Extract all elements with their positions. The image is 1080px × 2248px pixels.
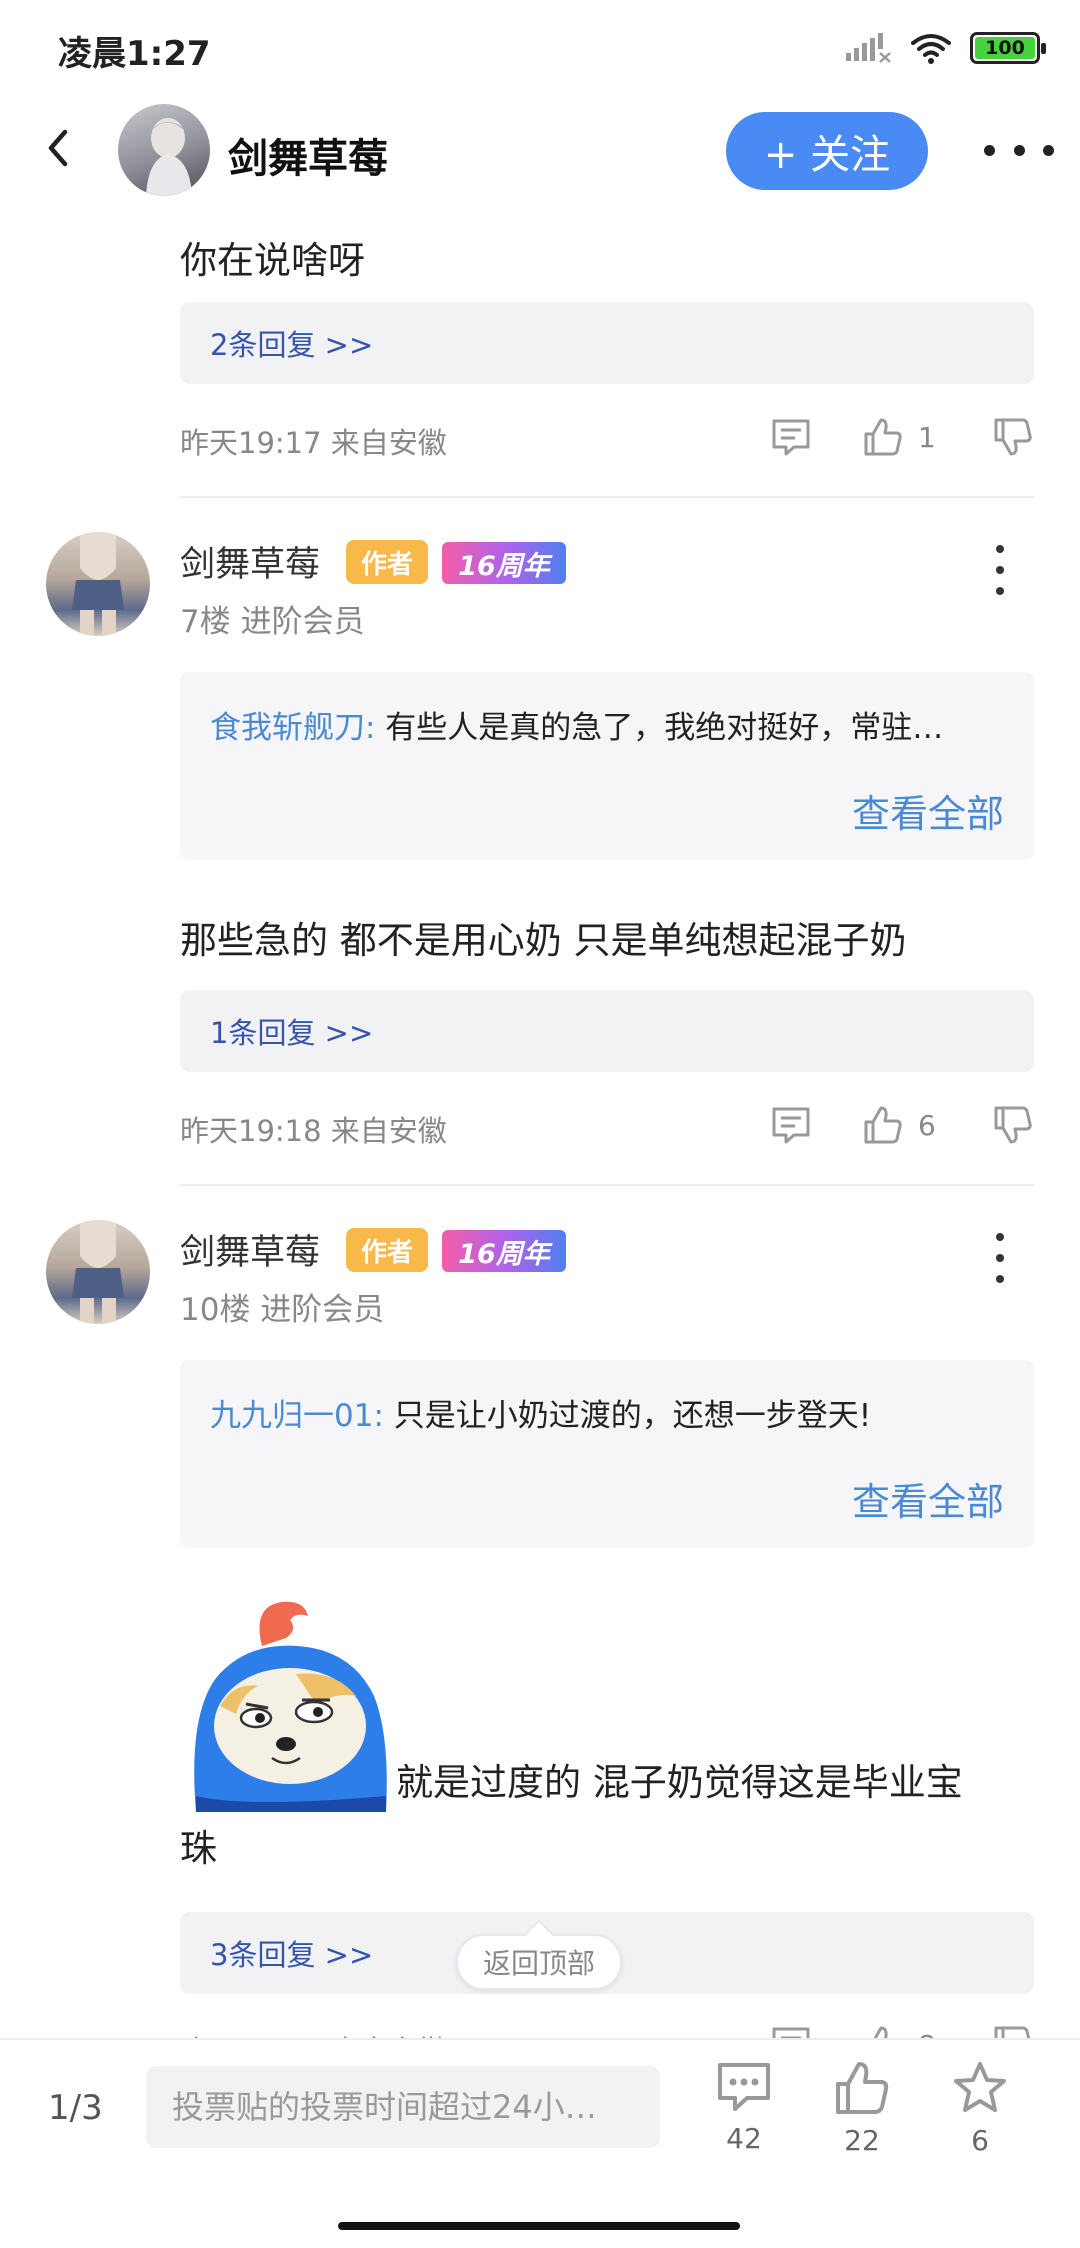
quoted-comment[interactable]: 九九归一01: 只是让小奶过渡的，还想一步登天! 查看全部 xyxy=(180,1360,1034,1548)
view-all-link[interactable]: 查看全部 xyxy=(852,783,1004,838)
comment-text: 那些急的 都不是用心奶 只是单纯想起混子奶 xyxy=(180,919,907,962)
quote-line: 食我斩舰刀: 有些人是真的急了，我绝对挺好，常驻… xyxy=(210,702,1004,747)
comment-bubble-icon xyxy=(718,2063,770,2111)
user-name[interactable]: 剑舞草莓 xyxy=(180,1224,320,1275)
thumbs-down-icon xyxy=(994,2026,1031,2038)
comment-text: 你在说啥呀 xyxy=(180,239,365,282)
like-count: 6 xyxy=(918,1108,936,1142)
comment-menu-button[interactable] xyxy=(990,1233,1010,1283)
sticker-image[interactable] xyxy=(186,1596,390,1812)
thumbs-up-icon xyxy=(873,2026,888,2038)
quote-user[interactable]: 九九归一01: xyxy=(210,1398,384,1434)
more-options-button[interactable] xyxy=(984,130,1054,170)
star-count: 6 xyxy=(971,2124,989,2157)
comment-meta: 昨天19:17 来自安徽 1 xyxy=(180,412,1034,462)
dislike-action[interactable] xyxy=(992,2024,1034,2038)
comment-meta: 昨天19:18 来自安徽 6 xyxy=(180,1100,1034,1150)
reply-input[interactable] xyxy=(146,2066,660,2148)
comment-list: 你在说啥呀 2条回复 >> 昨天19:17 来自安徽 1 剑舞草莓 作者 16周… xyxy=(0,210,1080,2038)
divider xyxy=(180,1184,1034,1186)
back-button[interactable] xyxy=(28,118,88,178)
floor-info: 7楼 进阶会员 xyxy=(180,604,365,640)
view-all-link[interactable]: 查看全部 xyxy=(852,1471,1004,1526)
status-icons: 100 xyxy=(844,28,1046,68)
comment-text-line: 珠 xyxy=(180,1827,217,1870)
reply-action[interactable] xyxy=(770,1105,812,1145)
comment-time: 昨天19:20 来自安徽 xyxy=(180,2028,447,2038)
anniversary-badge: 16周年 xyxy=(442,1230,566,1272)
comment-menu-button[interactable] xyxy=(990,545,1010,595)
wifi-icon xyxy=(911,34,951,64)
comment-count: 42 xyxy=(726,2122,762,2155)
comment-icon xyxy=(772,1107,810,1144)
reply-action[interactable] xyxy=(770,2025,812,2038)
page-indicator[interactable]: 1/3 xyxy=(48,2088,103,2128)
home-indicator[interactable] xyxy=(338,2222,740,2230)
user-avatar[interactable] xyxy=(46,532,150,636)
like-action[interactable]: 6 xyxy=(862,1104,938,1146)
quote-text: 只是让小奶过渡的，还想一步登天! xyxy=(383,1398,872,1434)
favorite-button[interactable]: 6 xyxy=(930,2060,1030,2200)
status-time: 凌晨1:27 xyxy=(58,34,211,74)
dislike-action[interactable] xyxy=(992,1104,1034,1146)
bottom-bar: 1/3 42 22 6 xyxy=(0,2038,1080,2248)
follow-button[interactable]: + 关注 xyxy=(726,112,928,190)
floor-info: 10楼 进阶会员 xyxy=(180,1292,385,1328)
comment-time: 昨天19:17 来自安徽 xyxy=(180,426,447,460)
comments-button[interactable]: 42 xyxy=(694,2060,794,2200)
thumbs-down-icon xyxy=(994,418,1032,456)
author-avatar[interactable] xyxy=(118,104,210,196)
author-badge: 作者 xyxy=(346,540,428,584)
divider xyxy=(180,496,1034,498)
quote-line: 九九归一01: 只是让小奶过渡的，还想一步登天! xyxy=(210,1390,1004,1435)
post-header: 剑舞草莓 + 关注 xyxy=(0,90,1080,210)
quote-text: 有些人是真的急了，我绝对挺好，常驻… xyxy=(375,710,944,746)
comment-time: 昨天19:18 来自安徽 xyxy=(180,1114,447,1148)
like-action[interactable]: 8 xyxy=(862,2024,938,2038)
reply-link[interactable]: 2条回复 >> xyxy=(180,302,1034,384)
like-count: 1 xyxy=(918,420,936,454)
user-name[interactable]: 剑舞草莓 xyxy=(180,536,320,587)
dislike-action[interactable] xyxy=(992,416,1034,458)
author-name[interactable]: 剑舞草莓 xyxy=(228,126,388,184)
battery-icon: 100 xyxy=(970,32,1046,64)
like-action[interactable]: 1 xyxy=(862,416,938,458)
like-count: 22 xyxy=(844,2124,880,2157)
author-badge: 作者 xyxy=(346,1228,428,1272)
reply-link[interactable]: 1条回复 >> xyxy=(180,990,1034,1072)
chevron-left-icon xyxy=(48,129,68,167)
thumbs-up-icon xyxy=(864,1106,902,1144)
quote-user[interactable]: 食我斩舰刀: xyxy=(210,710,375,746)
thumbs-up-icon xyxy=(864,418,902,456)
anniversary-badge: 16周年 xyxy=(442,542,566,584)
star-icon xyxy=(954,2062,1006,2112)
status-bar: 凌晨1:27 100 xyxy=(0,0,1080,90)
like-post-button[interactable]: 22 xyxy=(812,2060,912,2200)
thumbs-down-icon xyxy=(994,1106,1032,1144)
comment-icon xyxy=(772,419,810,456)
reply-action[interactable] xyxy=(770,417,812,457)
comment-meta: 昨天19:20 来自安徽 8 xyxy=(180,2020,1034,2038)
comment-text-line: 就是过度的 混子奶觉得这是毕业宝 xyxy=(396,1761,963,1804)
back-to-top-button[interactable]: 返回顶部 xyxy=(456,1934,622,1990)
signal-icon xyxy=(846,33,891,63)
comment-icon xyxy=(772,2027,810,2038)
like-count: 8 xyxy=(918,2029,938,2039)
quoted-comment[interactable]: 食我斩舰刀: 有些人是真的急了，我绝对挺好，常驻… 查看全部 xyxy=(180,672,1034,860)
thumbs-up-icon xyxy=(836,2062,889,2114)
user-avatar[interactable] xyxy=(46,1220,150,1324)
battery-level: 100 xyxy=(985,37,1025,59)
